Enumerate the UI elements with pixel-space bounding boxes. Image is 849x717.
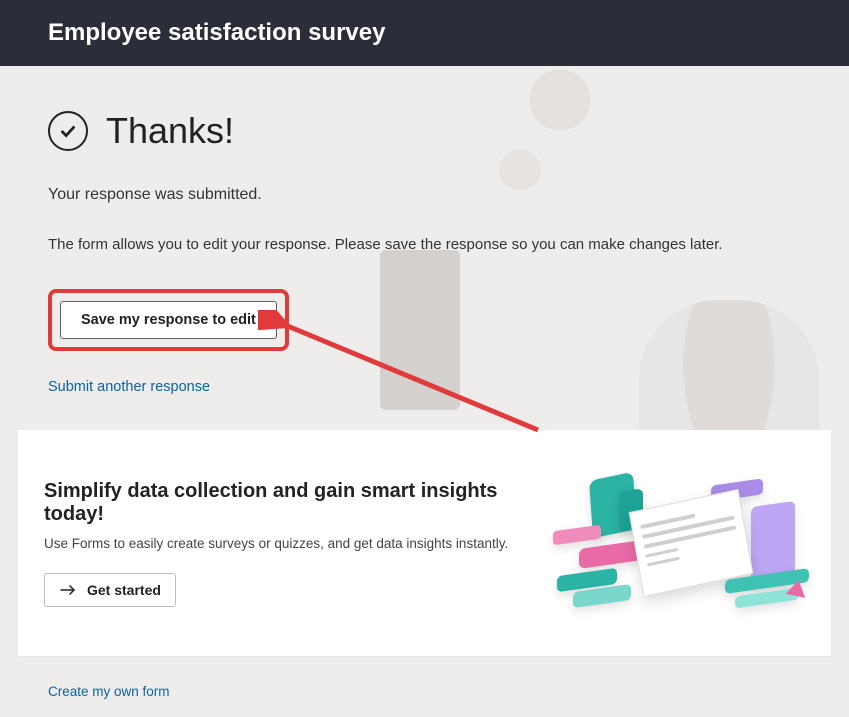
thanks-row: Thanks! <box>48 110 801 152</box>
promo-title: Simplify data collection and gain smart … <box>44 480 555 526</box>
promo-subtitle: Use Forms to easily create surveys or qu… <box>44 536 555 551</box>
get-started-button[interactable]: Get started <box>44 573 176 607</box>
save-response-button[interactable]: Save my response to edit <box>60 301 277 339</box>
submitted-message: Your response was submitted. <box>48 186 801 204</box>
get-started-label: Get started <box>87 582 161 598</box>
promo-illustration <box>555 468 805 618</box>
annotation-highlight-box: Save my response to edit <box>48 289 289 351</box>
edit-hint-message: The form allows you to edit your respons… <box>48 236 801 253</box>
promo-card: Simplify data collection and gain smart … <box>18 430 831 656</box>
arrow-right-icon <box>59 583 77 597</box>
submit-another-response-link[interactable]: Submit another response <box>48 379 210 395</box>
create-my-own-form-link[interactable]: Create my own form <box>48 684 170 699</box>
page-title: Employee satisfaction survey <box>48 19 385 47</box>
footer: Create my own form Powered by Microsoft … <box>0 656 849 717</box>
thanks-heading: Thanks! <box>106 110 234 152</box>
header-bar: Employee satisfaction survey <box>0 0 849 66</box>
check-circle-icon <box>48 111 88 151</box>
main-content: Thanks! Your response was submitted. The… <box>0 66 849 396</box>
